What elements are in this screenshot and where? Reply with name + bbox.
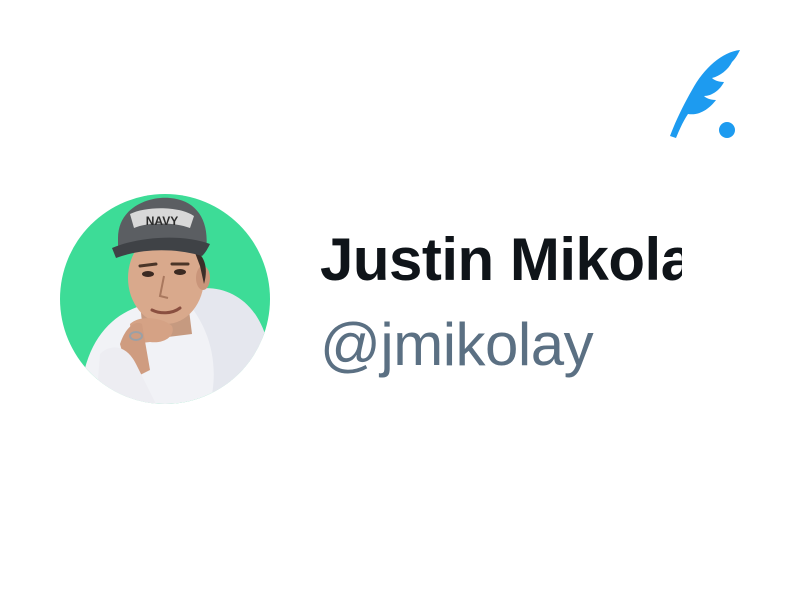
avatar[interactable]: NAVY xyxy=(60,194,270,404)
cap-text: NAVY xyxy=(146,214,178,228)
display-name: Justin Mikolay xyxy=(320,226,682,293)
feather-quill-icon xyxy=(664,46,744,142)
username-handle[interactable]: @jmikolay xyxy=(320,305,594,385)
profile-card: NAVY Justin Mikolay @jmikolay xyxy=(0,0,800,600)
display-name-container: Justin Mikolay xyxy=(320,220,682,300)
